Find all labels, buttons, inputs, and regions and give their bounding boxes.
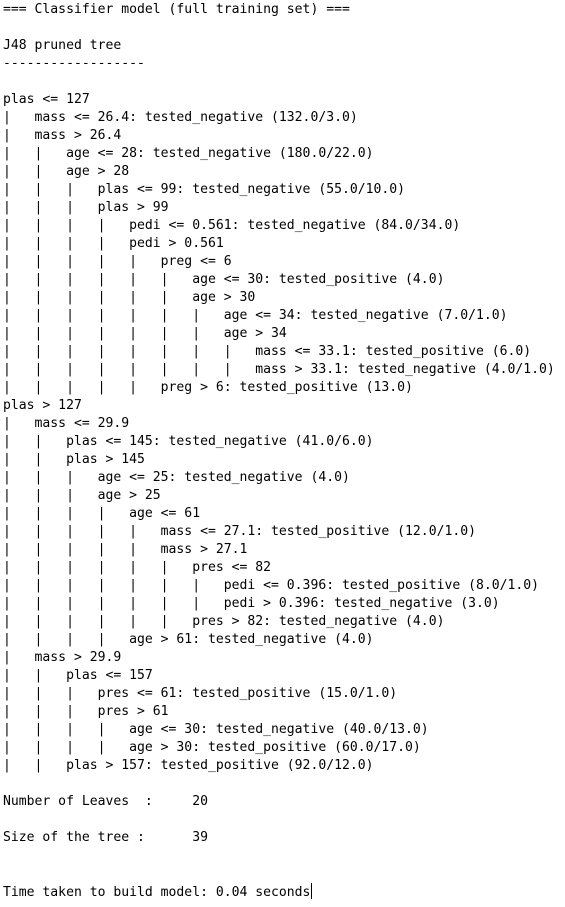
classifier-output-text[interactable]: === Classifier model (full training set)… — [3, 1, 555, 901]
tree-node-line: | | | | | mass <= 27.1: tested_positive … — [3, 524, 476, 539]
tree-node-line: | | | | | preg <= 6 — [3, 254, 232, 269]
tree-node-line: | mass <= 26.4: tested_negative (132.0/3… — [3, 110, 358, 125]
tree-node-line: | | | | | | | pedi <= 0.396: tested_posi… — [3, 578, 540, 593]
tree-node-line: | mass <= 29.9 — [3, 416, 130, 431]
tree-size-line: Size of the tree : 39 — [3, 830, 208, 845]
tree-node-line: | | | | | | | age > 34 — [3, 326, 287, 341]
tree-node-line: | | | age <= 25: tested_negative (4.0) — [3, 470, 350, 485]
classifier-output-panel[interactable]: === Classifier model (full training set)… — [0, 0, 565, 907]
tree-node-line: | | age <= 28: tested_negative (180.0/22… — [3, 146, 374, 161]
tree-node-line: plas <= 127 — [3, 92, 90, 107]
tree-node-line: | | | | | | | age <= 34: tested_negative… — [3, 308, 508, 323]
tree-node-line: | | | | pedi <= 0.561: tested_negative (… — [3, 218, 461, 233]
tree-node-line: | | age > 28 — [3, 164, 130, 179]
separator-line: ------------------ — [3, 56, 145, 71]
tree-node-line: | | | | age <= 30: tested_negative (40.0… — [3, 722, 429, 737]
tree-type-label: J48 pruned tree — [3, 38, 122, 53]
tree-node-line: | | plas > 157: tested_positive (92.0/12… — [3, 758, 374, 773]
tree-node-line: | | | | | | | | mass > 33.1: tested_nega… — [3, 362, 555, 377]
tree-node-line: | | | age > 25 — [3, 488, 161, 503]
tree-node-line: | | | | age > 61: tested_negative (4.0) — [3, 632, 374, 647]
tree-node-line: | | | pres > 61 — [3, 704, 169, 719]
tree-node-line: | | | plas > 99 — [3, 200, 169, 215]
tree-node-line: | | | plas <= 99: tested_negative (55.0/… — [3, 182, 406, 197]
tree-node-line: | | plas <= 145: tested_negative (41.0/6… — [3, 434, 374, 449]
tree-node-line: | mass > 26.4 — [3, 128, 122, 143]
build-time-line: Time taken to build model: 0.04 seconds — [3, 883, 313, 900]
tree-node-line: | | | | age > 30: tested_positive (60.0/… — [3, 740, 421, 755]
tree-node-line: | | | | | | age <= 30: tested_positive (… — [3, 272, 445, 287]
tree-node-line: | | plas > 145 — [3, 452, 145, 467]
tree-node-line: | | | | | | pres <= 82 — [3, 560, 272, 575]
tree-node-line: | | | | | preg > 6: tested_positive (13.… — [3, 380, 413, 395]
tree-node-line: | | | | age <= 61 — [3, 506, 201, 521]
number-of-leaves-line: Number of Leaves : 20 — [3, 794, 208, 809]
tree-node-line: | | plas <= 157 — [3, 668, 153, 683]
tree-node-line: | | | | | | age > 30 — [3, 290, 256, 305]
tree-node-line: | | | | pedi > 0.561 — [3, 236, 224, 251]
tree-node-line: plas > 127 — [3, 398, 82, 413]
tree-node-line: | mass > 29.9 — [3, 650, 122, 665]
tree-node-line: | | | pres <= 61: tested_positive (15.0/… — [3, 686, 398, 701]
tree-node-line: | | | | | | | pedi > 0.396: tested_negat… — [3, 596, 500, 611]
text-cursor — [311, 883, 313, 899]
tree-node-line: | | | | | | | | mass <= 33.1: tested_pos… — [3, 344, 532, 359]
tree-node-line: | | | | | | pres > 82: tested_negative (… — [3, 614, 445, 629]
output-header-line: === Classifier model (full training set)… — [3, 2, 350, 17]
tree-node-line: | | | | | mass > 27.1 — [3, 542, 248, 557]
